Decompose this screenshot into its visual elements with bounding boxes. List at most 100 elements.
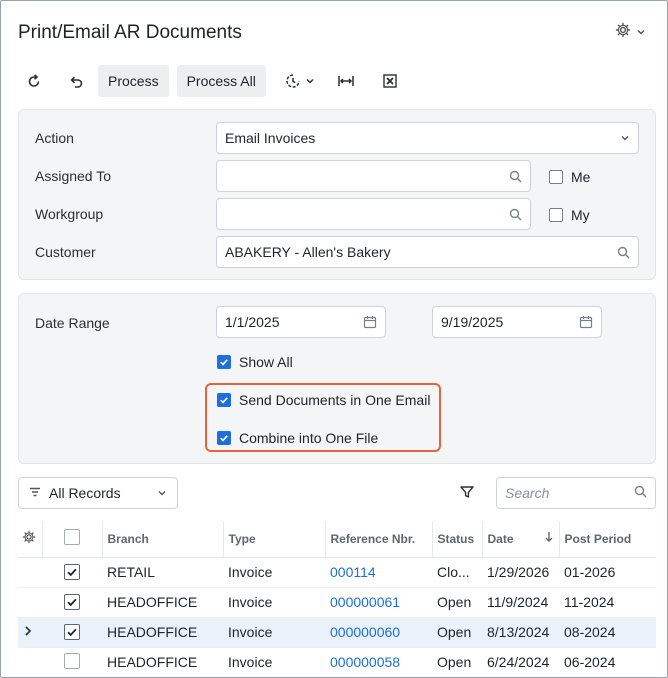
search-icon[interactable] (509, 208, 522, 221)
branch-cell: HEADOFFICE (102, 617, 223, 648)
checkbox-box (217, 355, 231, 369)
chevron-down-icon (636, 24, 646, 40)
row-select-cell[interactable] (42, 617, 102, 648)
filter-list-icon (29, 485, 41, 501)
row-select-cell[interactable] (42, 587, 102, 618)
calendar-icon[interactable] (579, 315, 593, 329)
date-cell: 8/13/2024 (482, 617, 559, 648)
records-filter-dropdown[interactable]: All Records (18, 477, 178, 509)
table-row-current[interactable]: HEADOFFICE Invoice 000000060 Open 8/13/2… (18, 617, 656, 648)
column-branch[interactable]: Branch (102, 521, 224, 558)
clock-icon (286, 74, 300, 88)
type-cell: Invoice (223, 557, 325, 588)
chevron-down-icon (306, 78, 314, 84)
post-period-cell: 01-2026 (559, 557, 656, 588)
assigned-to-field[interactable] (216, 160, 531, 192)
column-date[interactable]: Date (482, 521, 560, 558)
action-label: Action (35, 130, 74, 146)
highlight-box (205, 383, 441, 452)
search-icon[interactable] (617, 246, 630, 259)
select-all-column[interactable] (42, 521, 103, 558)
excel-icon[interactable] (374, 65, 406, 97)
process-all-button[interactable]: Process All (176, 65, 266, 97)
show-all-checkbox[interactable]: Show All (217, 354, 293, 370)
status-cell: Open (432, 647, 482, 677)
date-cell: 11/9/2024 (482, 587, 559, 618)
reference-link[interactable]: 000114 (325, 557, 432, 588)
customer-field[interactable]: ABAKERY - Allen's Bakery (216, 236, 639, 268)
date-cell: 1/29/2026 (482, 557, 559, 588)
row-checkbox[interactable] (64, 593, 80, 610)
row-checkbox[interactable] (64, 563, 80, 580)
row-select-cell[interactable] (42, 557, 102, 588)
row-checkbox[interactable] (64, 623, 80, 640)
search-icon[interactable] (634, 485, 647, 501)
branch-cell: HEADOFFICE (102, 587, 223, 618)
fit-columns-icon[interactable] (330, 65, 362, 97)
customer-label: Customer (35, 244, 96, 260)
schedule-menu-button[interactable] (278, 65, 322, 97)
action-select[interactable]: Email Invoices (216, 122, 639, 154)
column-date-label: Date (487, 531, 514, 546)
branch-cell: HEADOFFICE (102, 647, 223, 677)
me-checkbox[interactable]: Me (549, 169, 590, 185)
type-cell: Invoice (223, 587, 325, 618)
date-range-label: Date Range (35, 315, 110, 331)
calendar-icon[interactable] (363, 315, 377, 329)
records-filter-label: All Records (49, 485, 121, 501)
documents-table: Branch Type Reference Nbr. Status Date P… (18, 521, 656, 677)
post-period-cell: 06-2024 (559, 647, 656, 677)
post-period-cell: 11-2024 (559, 587, 656, 618)
search-placeholder: Search (505, 485, 550, 501)
workgroup-field[interactable] (216, 198, 531, 230)
reference-link[interactable]: 000000061 (325, 587, 432, 618)
funnel-icon[interactable] (459, 484, 475, 503)
page-title: Print/Email AR Documents (18, 22, 242, 43)
search-icon[interactable] (509, 170, 522, 183)
date-from-field[interactable]: 1/1/2025 (216, 306, 386, 338)
gear-icon (615, 22, 631, 41)
column-status[interactable]: Status (432, 521, 483, 558)
reference-link[interactable]: 000000060 (325, 617, 432, 648)
table-row[interactable]: HEADOFFICE Invoice 000000058 Open 6/24/2… (18, 647, 656, 677)
status-cell: Open (432, 617, 482, 648)
chevron-down-icon (157, 485, 167, 501)
chevron-down-icon (620, 133, 630, 143)
date-from-value: 1/1/2025 (225, 314, 280, 330)
row-select-cell[interactable] (42, 647, 102, 677)
settings-menu[interactable] (615, 22, 646, 41)
row-indicator (18, 587, 42, 618)
undo-icon[interactable] (60, 65, 92, 97)
table-row[interactable]: HEADOFFICE Invoice 000000061 Open 11/9/2… (18, 587, 656, 618)
status-cell: Clo... (432, 557, 482, 588)
refresh-icon[interactable] (18, 65, 50, 97)
column-post-period[interactable]: Post Period (559, 521, 656, 558)
table-header-row: Branch Type Reference Nbr. Status Date P… (18, 521, 656, 558)
date-cell: 6/24/2024 (482, 647, 559, 677)
show-all-label: Show All (239, 354, 293, 370)
type-cell: Invoice (223, 647, 325, 677)
row-checkbox[interactable] (64, 652, 80, 669)
my-label: My (571, 207, 590, 223)
customer-value: ABAKERY - Allen's Bakery (225, 244, 391, 260)
my-checkbox[interactable]: My (549, 207, 590, 223)
workgroup-label: Workgroup (35, 206, 104, 222)
column-reference-nbr[interactable]: Reference Nbr. (325, 521, 433, 558)
me-label: Me (571, 169, 591, 185)
row-indicator (18, 617, 42, 648)
column-settings[interactable] (18, 521, 43, 558)
reference-link[interactable]: 000000058 (325, 647, 432, 677)
gear-icon[interactable] (22, 530, 36, 547)
grid-search-field[interactable]: Search (496, 477, 656, 509)
chevron-right-icon (23, 624, 33, 640)
checkbox-box (549, 208, 563, 222)
column-type[interactable]: Type (223, 521, 326, 558)
row-indicator (18, 647, 42, 677)
post-period-cell: 08-2024 (559, 617, 656, 648)
table-row[interactable]: RETAIL Invoice 000114 Clo... 1/29/2026 0… (18, 557, 656, 588)
toolbar: Process Process All (18, 65, 406, 97)
selection-panel: Action Email Invoices Assigned To Me Wor… (18, 109, 656, 280)
date-to-field[interactable]: 9/19/2025 (432, 306, 602, 338)
select-all-checkbox[interactable] (64, 529, 80, 546)
process-button[interactable]: Process (98, 65, 169, 97)
